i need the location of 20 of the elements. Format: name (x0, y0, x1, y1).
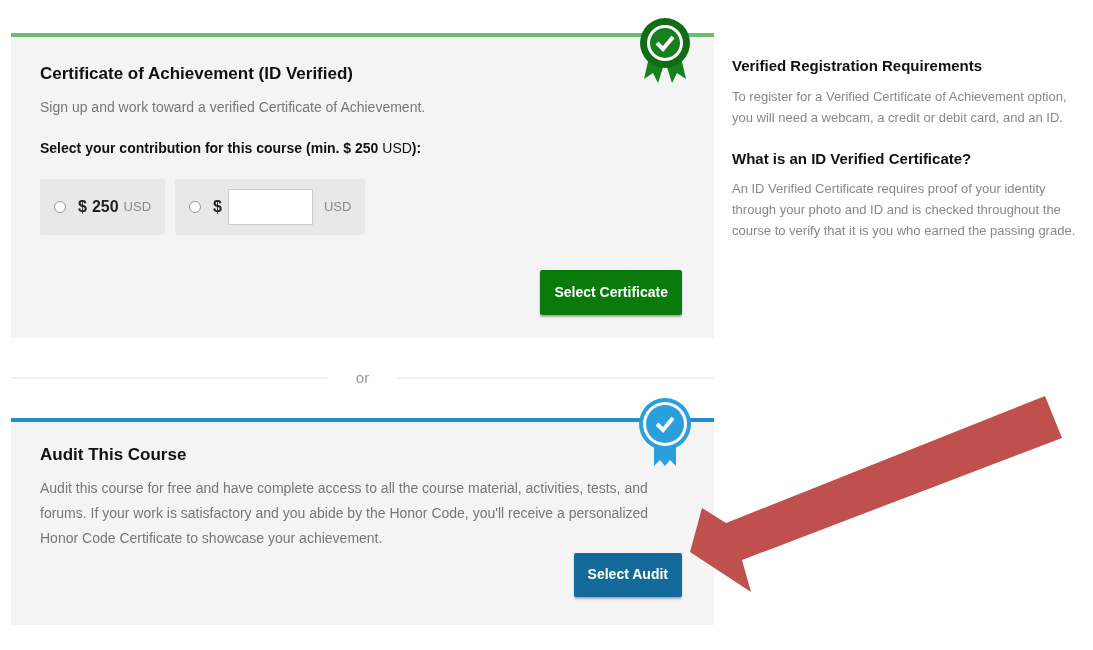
currency-symbol: $ (213, 196, 222, 217)
select-certificate-button[interactable]: Select Certificate (540, 269, 682, 315)
sidebar-text: To register for a Verified Certificate of Achievement option, you will need a webcam, a credit or debit card, and an ID. (732, 87, 1068, 127)
select-audit-button[interactable]: Select Audit (573, 552, 682, 597)
currency-symbol: $ (78, 196, 87, 217)
card-title: Audit This Course (40, 444, 188, 466)
amount-input-field[interactable] (227, 188, 313, 225)
card-description: Sign up and work toward a verified Certificate of Achievement. (40, 97, 427, 117)
radio-button[interactable] (54, 200, 66, 213)
card-description: Audit this course for free and have complete access to all the course material, activities, tests, and forums. If your work is satisfactory and you abide by the Honor Code, you'll receive a personalized Honor Code Certificate to showcase your achievement. (40, 478, 650, 548)
sidebar-heading: Verified Registration Requirements (732, 56, 984, 76)
currency-label: USD (323, 197, 352, 216)
amount-label: 250 (91, 196, 119, 217)
card-title: Certificate of Achievement (ID Verified) (40, 63, 354, 85)
divider-label: or (354, 367, 371, 388)
currency-label: USD (123, 197, 152, 216)
contribution-label: Select your contribution for this course (min. $ 250 USD): (40, 138, 423, 158)
sidebar-heading: What is an ID Verified Certificate? (732, 148, 973, 169)
radio-button[interactable] (189, 200, 202, 213)
sidebar-text: An ID Verified Certificate requires proof of your identity through your photo and ID and is checked throughout the course to verify that it is you who earned the passing grade. (732, 180, 1077, 240)
